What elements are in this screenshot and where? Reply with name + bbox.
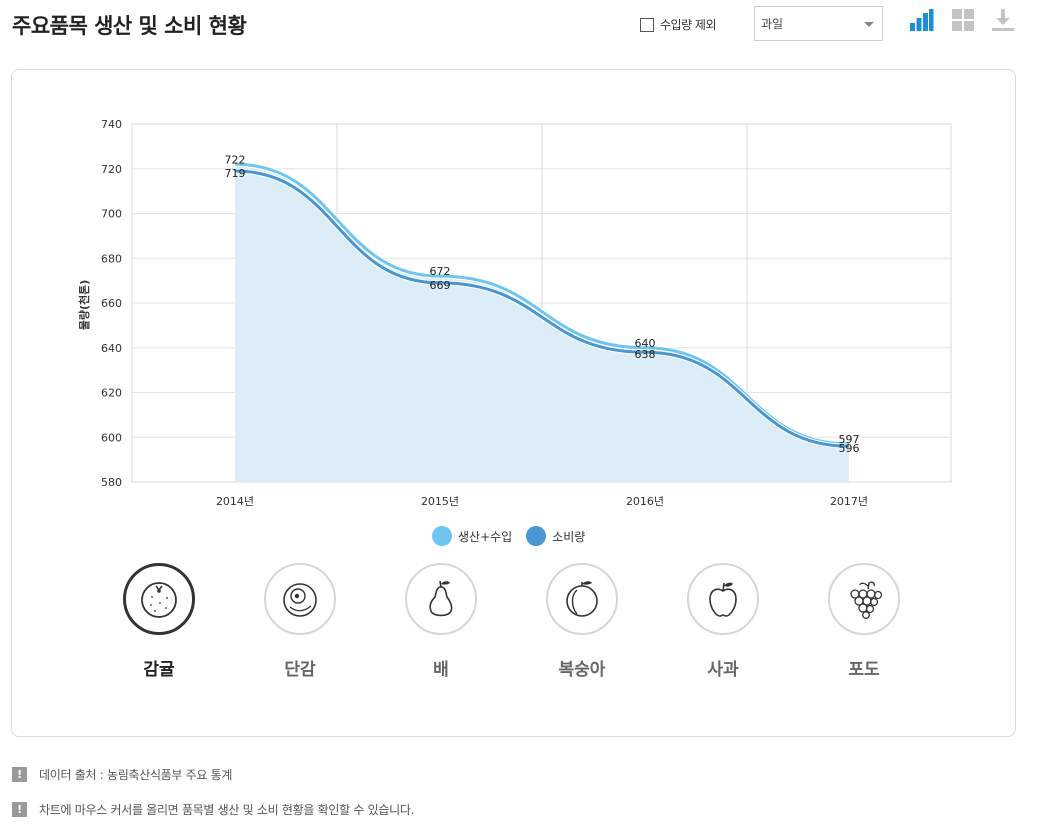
data-label: 719 xyxy=(225,167,246,180)
fruit-circle xyxy=(264,563,336,635)
fruit-circle xyxy=(123,563,195,635)
fruit-persimmon[interactable]: 단감 xyxy=(245,563,355,680)
note-data-source: ! 데이터 출처 : 농림축산식품부 주요 통계 xyxy=(12,766,232,783)
persimmon-icon xyxy=(283,583,317,617)
x-tick-label: 2015년 xyxy=(421,495,459,508)
legend-item-consumption[interactable]: 소비량 xyxy=(526,526,585,546)
y-tick-label: 680 xyxy=(101,252,122,265)
note-text: 데이터 출처 : 농림축산식품부 주요 통계 xyxy=(39,768,233,782)
x-tick-label: 2017년 xyxy=(830,495,868,508)
fruit-label-persimmon: 단감 xyxy=(284,660,316,680)
fruit-label-tangerine: 감귤 xyxy=(143,660,175,680)
fruit-tangerine[interactable]: 감귤 xyxy=(104,563,214,680)
fruit-circle xyxy=(828,563,900,635)
legend-swatch-supply xyxy=(432,526,452,546)
exclamation-icon: ! xyxy=(12,767,27,782)
fruit-label-pear: 배 xyxy=(433,660,449,680)
pear-icon xyxy=(429,580,453,617)
fruit-circle xyxy=(546,563,618,635)
x-tick-label: 2014년 xyxy=(216,495,254,508)
fruit-label-grape: 포도 xyxy=(848,660,880,680)
y-tick-label: 700 xyxy=(101,208,122,221)
legend-label-supply: 생산+수입 xyxy=(458,529,513,544)
y-tick-label: 720 xyxy=(101,163,122,176)
fruit-apple[interactable]: 사과 xyxy=(668,563,778,680)
tangerine-icon xyxy=(141,582,177,618)
y-tick-label: 640 xyxy=(101,342,122,355)
y-axis-label: 물량(천톤) xyxy=(77,280,91,331)
exclamation-icon: ! xyxy=(12,802,27,817)
grape-icon xyxy=(850,581,883,619)
fruit-label-peach: 복숭아 xyxy=(558,660,606,680)
fruit-pear[interactable]: 배 xyxy=(386,563,496,680)
y-tick-label: 580 xyxy=(101,476,122,489)
fruit-peach[interactable]: 복숭아 xyxy=(527,563,637,680)
legend-item-supply[interactable]: 생산+수입 xyxy=(432,526,512,546)
fruit-label-apple: 사과 xyxy=(707,660,739,680)
data-label: 596 xyxy=(839,442,860,455)
y-tick-label: 600 xyxy=(101,431,122,444)
fruit-circle xyxy=(687,563,759,635)
chart-legend: 생산+수입 소비량 xyxy=(432,526,599,546)
note-hover-hint: ! 차트에 마우스 커서를 올리면 품목별 생산 및 소비 현황을 확인할 수 … xyxy=(12,801,414,818)
legend-label-consumption: 소비량 xyxy=(552,529,586,544)
y-tick-label: 740 xyxy=(101,118,122,131)
data-label: 722 xyxy=(225,153,246,166)
legend-swatch-consumption xyxy=(526,526,547,546)
data-label: 669 xyxy=(430,279,451,292)
data-label: 638 xyxy=(635,348,656,361)
note-text: 차트에 마우스 커서를 올리면 품목별 생산 및 소비 현황을 확인할 수 있습… xyxy=(39,803,415,817)
y-tick-label: 620 xyxy=(101,387,122,400)
peach-icon xyxy=(566,581,598,617)
fruit-grape[interactable]: 포도 xyxy=(809,563,919,680)
fruit-circle xyxy=(405,563,477,635)
apple-icon xyxy=(709,582,737,617)
x-tick-label: 2016년 xyxy=(626,495,664,508)
y-tick-label: 660 xyxy=(101,297,122,310)
chart-svg[interactable]: 722672640597719669638596 580600620640660… xyxy=(0,0,1044,520)
data-label: 672 xyxy=(430,265,451,278)
